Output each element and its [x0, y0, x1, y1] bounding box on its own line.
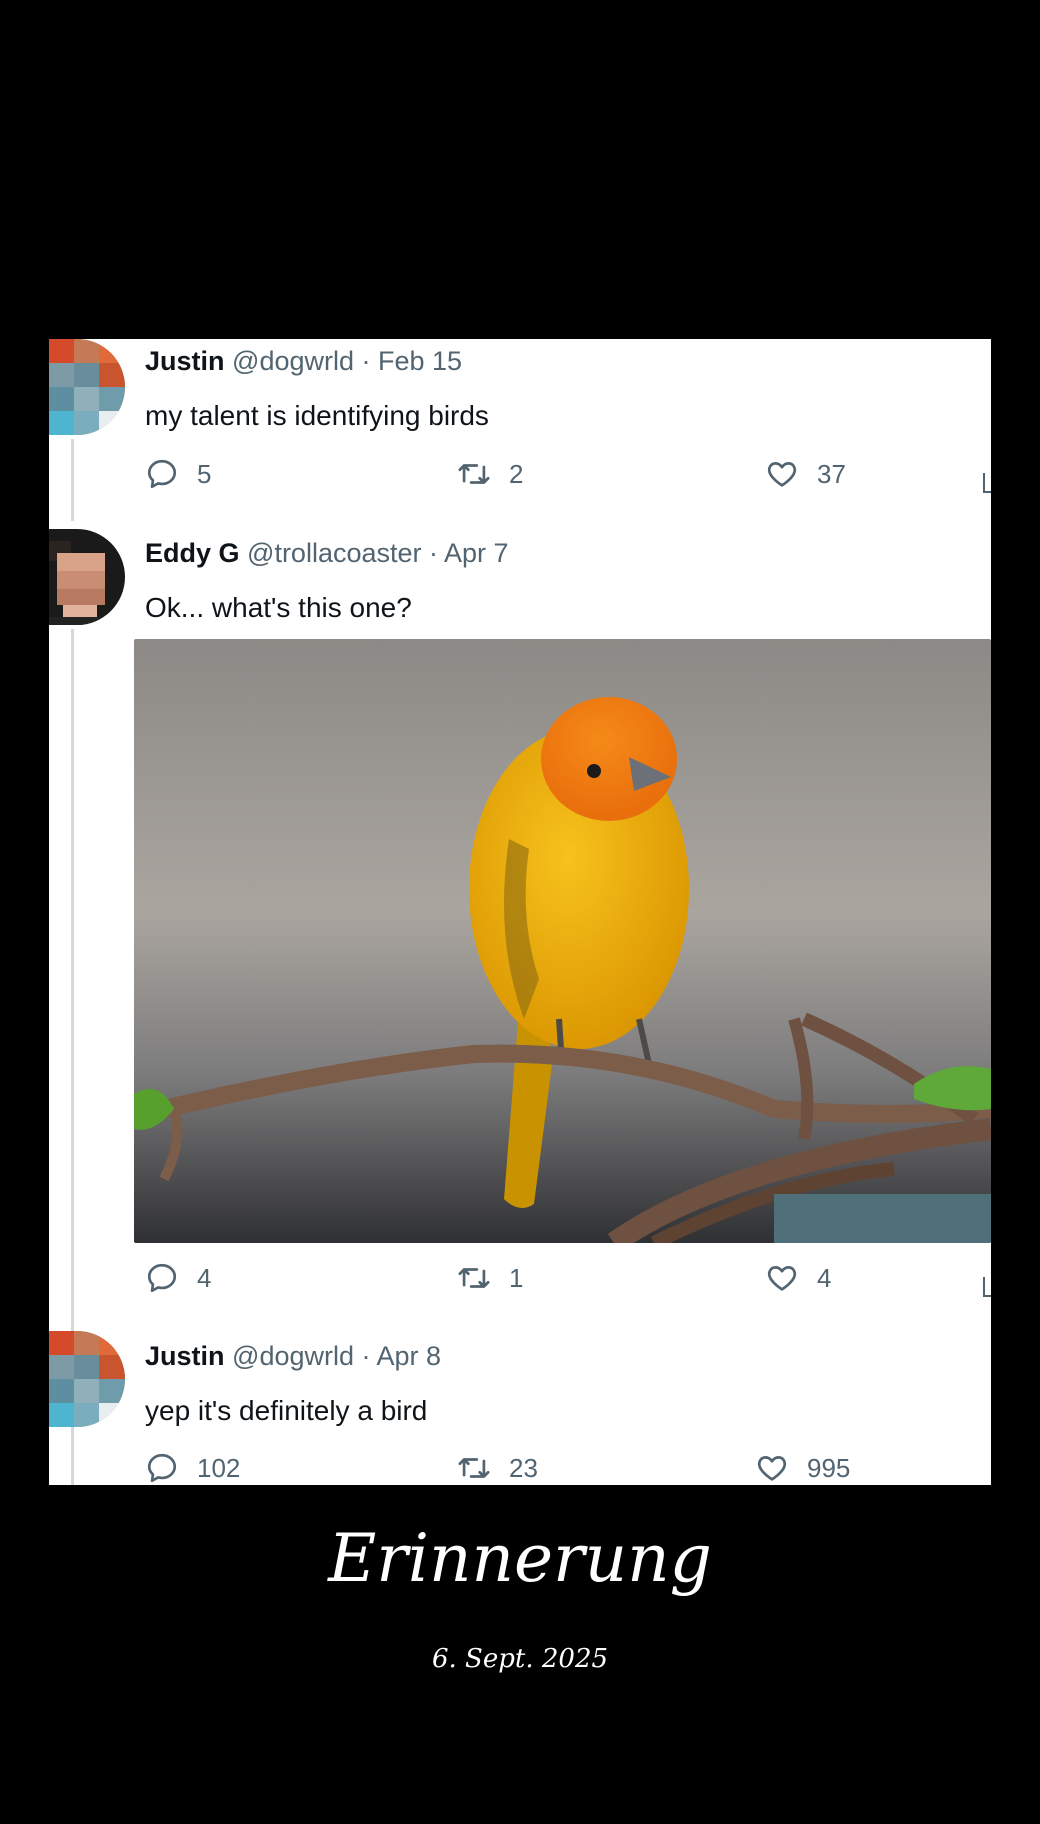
tweet-thread-card: Justin @dogwrld · Feb 15 my talent is id… [49, 339, 991, 1485]
like-button[interactable]: 37 [765, 457, 846, 491]
reply-count: 5 [197, 458, 212, 489]
like-icon [767, 462, 797, 487]
retweet-icon [458, 464, 490, 484]
share-icon[interactable] [983, 473, 991, 493]
avatar[interactable] [49, 529, 125, 625]
like-button[interactable]: 4 [765, 1261, 831, 1295]
tweet-actions: 102 23 995 [145, 1451, 985, 1485]
tweet-header: Justin @dogwrld · Apr 8 [145, 1341, 441, 1372]
tweet-date[interactable]: · Apr 7 [429, 538, 509, 568]
tweet-actions: 5 2 37 [145, 457, 985, 497]
reply-icon [147, 1263, 177, 1293]
retweet-button[interactable]: 1 [457, 1261, 523, 1295]
reply-icon [147, 1453, 177, 1483]
tweet-text: my talent is identifying birds [145, 400, 489, 431]
reply-button[interactable]: 4 [145, 1261, 211, 1295]
like-count: 995 [807, 1452, 851, 1483]
like-button[interactable]: 995 [755, 1451, 850, 1485]
tweet-actions: 4 1 4 [145, 1261, 985, 1301]
display-name[interactable]: Justin [145, 1341, 225, 1371]
thread-line [71, 439, 74, 521]
tweet-text: Ok... what's this one? [145, 592, 412, 623]
tweet-image[interactable] [134, 639, 991, 1243]
memory-caption-date: 6. Sept. 2025 [431, 1644, 609, 1674]
memory-caption-title: Erinnerung [328, 1520, 712, 1597]
like-icon [757, 1456, 787, 1481]
reply-count: 4 [197, 1262, 212, 1293]
user-handle[interactable]: @dogwrld [232, 346, 354, 376]
display-name[interactable]: Eddy G [145, 538, 240, 568]
retweet-count: 1 [509, 1262, 524, 1293]
retweet-count: 23 [509, 1452, 538, 1483]
reply-count: 102 [197, 1452, 241, 1483]
user-handle[interactable]: @trollacoaster [247, 538, 421, 568]
tweet-date[interactable]: · Feb 15 [362, 346, 463, 376]
like-count: 37 [817, 458, 846, 489]
reply-button[interactable]: 102 [145, 1451, 240, 1485]
retweet-button[interactable]: 2 [457, 457, 523, 491]
tweet-text: yep it's definitely a bird [145, 1395, 428, 1426]
like-icon [767, 1266, 797, 1291]
user-handle[interactable]: @dogwrld [232, 1341, 354, 1371]
bird-photo [134, 639, 991, 1243]
retweet-count: 2 [509, 458, 524, 489]
reply-icon [147, 459, 177, 489]
display-name[interactable]: Justin [145, 346, 225, 376]
reply-button[interactable]: 5 [145, 457, 211, 491]
avatar[interactable] [49, 339, 125, 435]
like-count: 4 [817, 1262, 832, 1293]
tweet-header: Justin @dogwrld · Feb 15 [145, 346, 462, 377]
tweet-header: Eddy G @trollacoaster · Apr 7 [145, 538, 509, 569]
retweet-icon [458, 1458, 490, 1478]
retweet-icon [458, 1268, 490, 1288]
retweet-button[interactable]: 23 [457, 1451, 538, 1485]
tweet-date[interactable]: · Apr 8 [362, 1341, 442, 1371]
avatar[interactable] [49, 1331, 125, 1427]
share-icon[interactable] [983, 1277, 991, 1297]
